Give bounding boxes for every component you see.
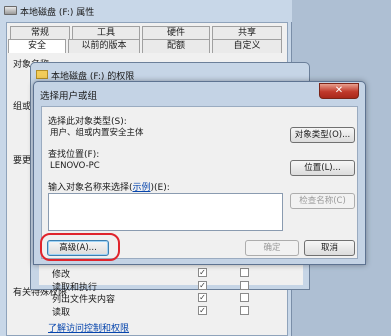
tab-tools[interactable]: 工具 xyxy=(72,26,140,40)
tab-customize[interactable]: 自定义 xyxy=(212,39,282,53)
locations-button[interactable]: 位置(L)... xyxy=(290,160,355,176)
tab-security[interactable]: 安全 xyxy=(8,39,66,53)
folder-icon xyxy=(36,70,48,79)
ok-button[interactable]: 确定 xyxy=(245,240,299,256)
perm-deny-checkbox-modify[interactable] xyxy=(240,268,249,277)
properties-titlebar: 本地磁盘 (F:) 属性 xyxy=(0,0,292,22)
tab-general[interactable]: 常规 xyxy=(10,26,70,40)
perm-allow-checkbox-list-folder[interactable]: ✓ xyxy=(198,293,207,302)
examples-link[interactable]: 示例 xyxy=(133,183,151,193)
perm-allow-checkbox-read-execute[interactable]: ✓ xyxy=(198,281,207,290)
object-type-label: 选择此对象类型(S): xyxy=(48,117,127,127)
perm-deny-checkbox-read-execute[interactable] xyxy=(240,281,249,290)
perm-label-read-execute: 读取和执行 xyxy=(52,283,98,293)
drive-icon xyxy=(4,6,17,15)
cancel-button[interactable]: 取消 xyxy=(304,240,355,256)
perm-deny-checkbox-read[interactable] xyxy=(240,306,249,315)
object-names-input[interactable] xyxy=(48,193,283,231)
access-control-help-link[interactable]: 了解访问控制和权限 xyxy=(48,321,129,334)
location-field: LENOVO-PC xyxy=(48,160,284,175)
properties-title: 本地磁盘 (F:) 属性 xyxy=(20,8,95,18)
perm-label-read: 读取 xyxy=(52,308,71,318)
tab-previous-versions[interactable]: 以前的版本 xyxy=(68,39,140,53)
perm-allow-checkbox-modify[interactable]: ✓ xyxy=(198,268,207,277)
close-icon: ✕ xyxy=(334,85,344,96)
perm-allow-checkbox-read[interactable]: ✓ xyxy=(198,306,207,315)
check-names-button[interactable]: 检查名称(C) xyxy=(290,193,355,209)
enter-names-label: 输入对象名称来选择(示例)(E): xyxy=(48,183,170,193)
perm-label-list-folder: 列出文件夹内容 xyxy=(52,295,116,305)
annotation-highlight xyxy=(40,233,120,261)
object-types-button[interactable]: 对象类型(O)... xyxy=(290,127,355,143)
perm-label-modify: 修改 xyxy=(52,270,71,280)
object-type-field: 用户、组或内置安全主体 xyxy=(48,127,284,142)
close-button[interactable]: ✕ xyxy=(319,83,359,99)
location-label: 查找位置(F): xyxy=(48,150,100,160)
dialog-title: 选择用户或组 xyxy=(40,91,98,102)
tab-sharing[interactable]: 共享 xyxy=(212,26,282,40)
tab-hardware[interactable]: 硬件 xyxy=(142,26,210,40)
perm-deny-checkbox-list-folder[interactable] xyxy=(240,293,249,302)
tab-quota[interactable]: 配额 xyxy=(142,39,210,53)
